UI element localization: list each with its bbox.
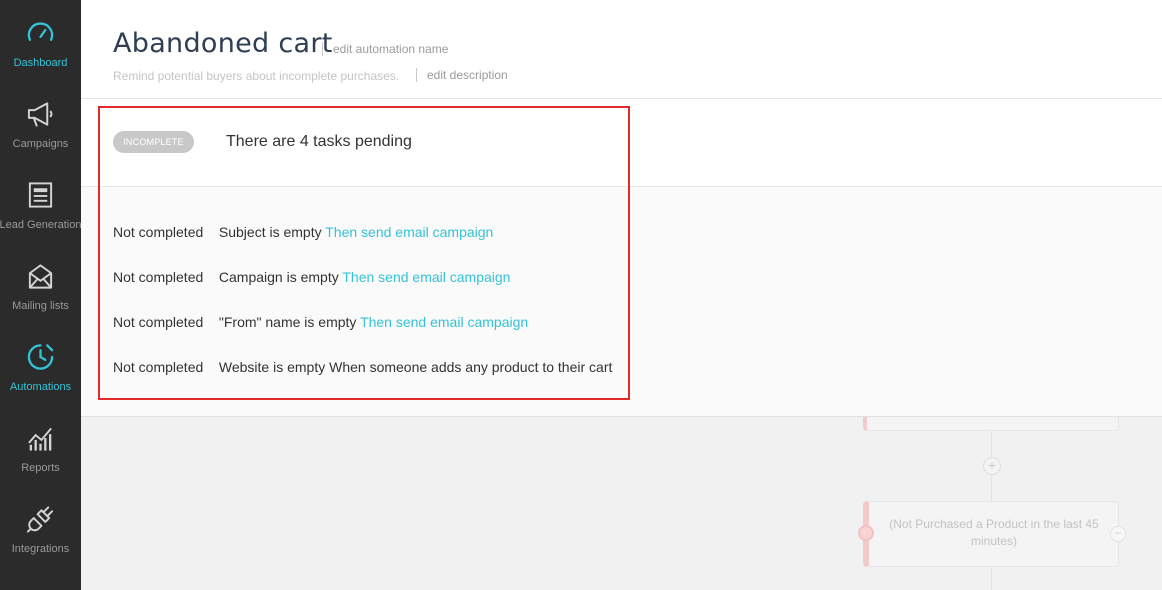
sidebar-item-label: Mailing lists [12,300,69,312]
sidebar-item-label: Automations [9,381,72,393]
flow-connector [991,568,992,590]
flow-connector [991,430,992,458]
sidebar-item-lead-generation[interactable]: Lead Generation [0,162,81,243]
sidebar: Dashboard Campaigns Lead Generation Mail… [0,0,81,590]
sidebar-item-label: Dashboard [13,57,68,69]
condition-text: (Not Purchased a Product in the last 45 … [889,517,1099,548]
page-header: Abandoned cart edit automation name Remi… [81,0,1162,99]
flow-step-card[interactable] [863,417,1119,431]
task-item: Not completed "From" name is empty Then … [113,314,528,330]
task-state: Not completed [113,359,204,375]
remove-step-button[interactable]: − [1110,526,1126,542]
chart-icon [28,427,52,451]
page-description: Remind potential buyers about incomplete… [113,69,400,83]
task-state: Not completed [113,224,204,240]
sidebar-item-dashboard[interactable]: Dashboard [0,0,81,81]
task-text: Subject is empty [218,224,322,240]
pending-tasks-message: There are 4 tasks pending [226,133,412,150]
gauge-icon [27,22,54,41]
task-item: Not completed Website is empty When some… [113,359,612,375]
sidebar-item-label: Reports [21,462,60,474]
flow-connector [991,476,992,502]
timer-icon [27,344,54,370]
task-state: Not completed [113,269,204,285]
edit-automation-name-link[interactable]: edit automation name [322,42,448,56]
status-badge: INCOMPLETE [113,131,194,153]
task-text: Website is empty When someone adds any p… [218,359,613,375]
sidebar-item-campaigns[interactable]: Campaigns [0,81,81,162]
sidebar-item-integrations[interactable]: Integrations [0,486,81,567]
task-text: "From" name is empty [218,314,357,330]
envelope-icon [28,264,53,289]
task-link[interactable]: Then send email campaign [325,224,493,240]
plug-icon [26,506,54,533]
task-item: Not completed Subject is empty Then send… [113,224,493,240]
task-state: Not completed [113,314,204,330]
task-item: Not completed Campaign is empty Then sen… [113,269,510,285]
sidebar-item-label: Campaigns [12,138,69,150]
sidebar-item-label: Lead Generation [0,219,82,231]
status-panel: INCOMPLETE There are 4 tasks pending [81,99,1162,187]
edit-description-link[interactable]: edit description [416,68,508,82]
task-link[interactable]: Then send email campaign [342,269,510,285]
condition-node-icon [858,525,874,541]
task-text: Campaign is empty [218,269,339,285]
sidebar-item-label: Integrations [11,543,70,555]
megaphone-icon [27,102,53,127]
form-icon [28,182,53,208]
page-title: Abandoned cart [113,28,333,59]
task-list: Not completed Subject is empty Then send… [81,187,1162,417]
task-link[interactable]: Then send email campaign [360,314,528,330]
sidebar-item-mailing-lists[interactable]: Mailing lists [0,243,81,324]
sidebar-item-automations[interactable]: Automations [0,324,81,405]
add-step-button[interactable]: + [983,457,1001,475]
sidebar-item-reports[interactable]: Reports [0,405,81,486]
